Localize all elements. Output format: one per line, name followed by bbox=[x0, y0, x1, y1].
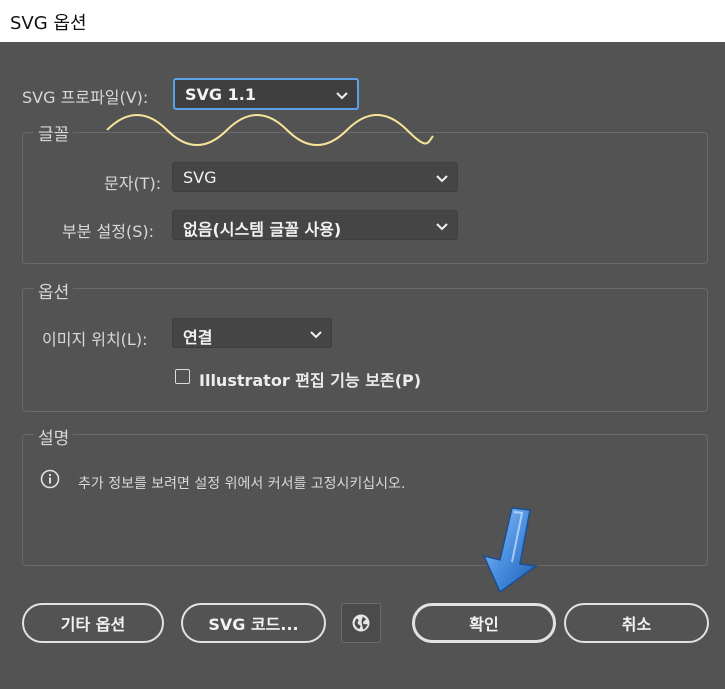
info-icon bbox=[40, 469, 60, 489]
subset-label: 부분 설정(S): bbox=[62, 222, 154, 241]
svg-options-dialog: SVG 프로파일(V): SVG 1.1 글꼴 문자(T): SVG 부분 설정… bbox=[0, 42, 725, 689]
description-group bbox=[22, 434, 708, 566]
svg-code-button[interactable]: SVG 코드... bbox=[181, 603, 326, 643]
web-preview-button[interactable] bbox=[341, 603, 381, 643]
chevron-down-icon bbox=[436, 175, 448, 183]
ok-button[interactable]: 확인 bbox=[412, 603, 556, 643]
preserve-editing-checkbox[interactable] bbox=[175, 369, 190, 384]
subset-value: 없음(시스템 글꼴 사용) bbox=[183, 220, 342, 239]
window-title: SVG 옵션 bbox=[10, 13, 87, 34]
yellow-squiggle-annotation bbox=[106, 114, 434, 146]
title-bar: SVG 옵션 bbox=[0, 0, 725, 42]
preserve-editing-label[interactable]: Illustrator 편집 기능 보존(P) bbox=[199, 367, 421, 391]
chevron-down-icon bbox=[436, 223, 448, 231]
image-location-label: 이미지 위치(L): bbox=[42, 330, 148, 349]
chevron-down-icon bbox=[336, 92, 348, 100]
options-group bbox=[22, 288, 708, 412]
description-group-title: 설명 bbox=[34, 424, 74, 449]
subset-select[interactable]: 없음(시스템 글꼴 사용) bbox=[172, 210, 458, 240]
image-location-select[interactable]: 연결 bbox=[172, 318, 332, 348]
font-group-title: 글꼴 bbox=[34, 120, 74, 145]
image-location-value: 연결 bbox=[183, 328, 213, 347]
blue-arrow-annotation bbox=[482, 507, 538, 594]
profile-select[interactable]: SVG 1.1 bbox=[173, 78, 359, 110]
chevron-down-icon bbox=[310, 331, 322, 339]
profile-label: SVG 프로파일(V): bbox=[22, 88, 149, 107]
type-select[interactable]: SVG bbox=[172, 162, 458, 192]
more-options-button[interactable]: 기타 옵션 bbox=[22, 603, 164, 643]
description-text: 추가 정보를 보려면 설정 위에서 커서를 고정시키십시오. bbox=[78, 476, 406, 492]
profile-value: SVG 1.1 bbox=[185, 85, 256, 104]
globe-icon bbox=[352, 614, 370, 632]
type-value: SVG bbox=[183, 168, 217, 187]
type-label: 문자(T): bbox=[104, 174, 162, 193]
cancel-button[interactable]: 취소 bbox=[564, 603, 709, 643]
options-group-title: 옵션 bbox=[34, 278, 74, 303]
